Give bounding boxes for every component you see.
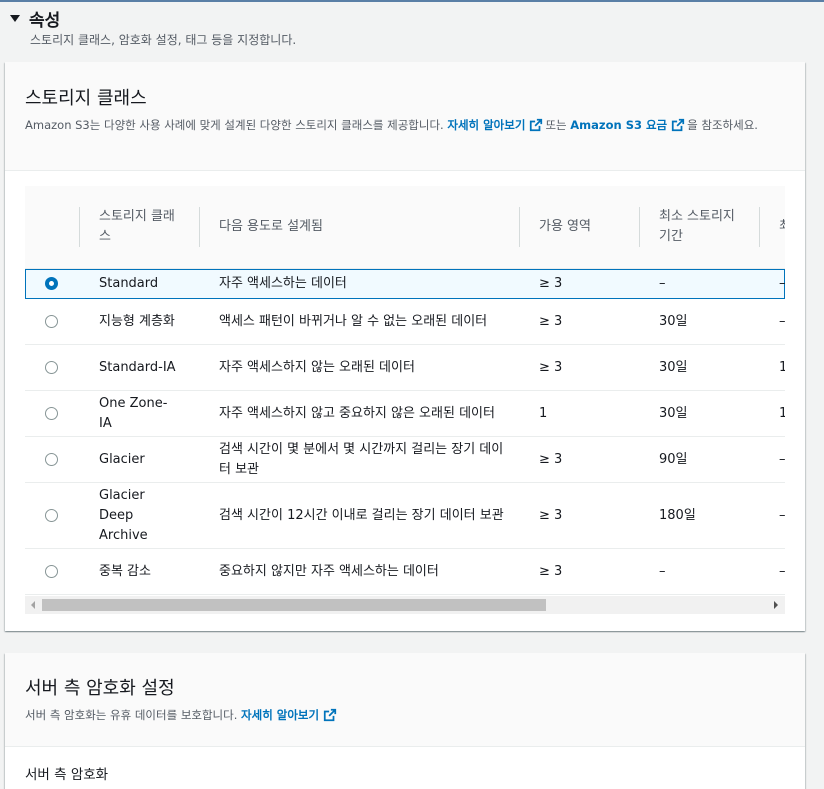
table-row-intelligent-tiering[interactable]: 지능형 계층화 액세스 패턴이 바뀌거나 알 수 없는 오래된 데이터 ≥ 3 … (25, 299, 785, 345)
encryption-field-label: 서버 측 암호화 (25, 767, 109, 783)
scrollbar-thumb[interactable] (42, 599, 546, 611)
truncated-column-value: 1 (779, 405, 785, 421)
storage-class-name: 중복 감소 (99, 563, 151, 579)
designed-for: 중요하지 않지만 자주 액세스하는 데이터 (219, 563, 439, 579)
designed-for: 검색 시간이 몇 분에서 몇 시간까지 걸리는 장기 데이터 보관 (219, 441, 504, 477)
availability-zones: ≥ 3 (539, 275, 563, 291)
truncated-column-value: – (779, 507, 785, 523)
learn-more-link[interactable]: 자세히 알아보기 (241, 708, 319, 722)
external-link-icon[interactable] (323, 708, 337, 722)
availability-zones: 1 (539, 405, 548, 421)
column-header: 스토리지 클래스 (99, 209, 175, 244)
storage-class-description: Amazon S3는 다양한 사용 사례에 맞게 설계된 다양한 스토리지 클래… (25, 118, 758, 132)
external-link-icon[interactable] (529, 118, 543, 132)
encryption-title: 서버 측 암호화 설정 (25, 678, 175, 699)
availability-zones: ≥ 3 (539, 451, 563, 467)
truncated-column-value: – (779, 313, 785, 329)
encryption-card: 서버 측 암호화 설정 서버 측 암호화는 유휴 데이터를 보호합니다. 자세히… (5, 653, 805, 789)
designed-for: 검색 시간이 12시간 이내로 걸리는 장기 데이터 보관 (219, 507, 504, 523)
storage-class-name: One Zone-IA (99, 395, 168, 431)
encryption-description: 서버 측 암호화는 유휴 데이터를 보호합니다. 자세히 알아보기 (25, 706, 339, 724)
storage-class-name: Glacier Deep Archive (99, 487, 148, 543)
column-header: 최 (779, 219, 785, 234)
storage-class-name: Standard-IA (99, 359, 176, 375)
column-header: 가용 영역 (539, 219, 591, 234)
section-title: 속성 (29, 11, 61, 31)
column-divider (199, 207, 200, 247)
storage-class-title: 스토리지 클래스 (25, 88, 147, 109)
table-header: 스토리지 클래스 다음 용도로 설계됨 가용 영역 최소 스토리지 기간 최 (25, 186, 785, 269)
column-divider (79, 207, 80, 247)
storage-class-name: Standard (99, 275, 159, 291)
column-header: 다음 용도로 설계됨 (219, 219, 323, 234)
storage-class-table: 스토리지 클래스 다음 용도로 설계됨 가용 영역 최소 스토리지 기간 최 S… (25, 186, 785, 615)
storage-class-name: 지능형 계층화 (99, 313, 175, 329)
min-storage-duration: 30일 (659, 405, 688, 421)
min-storage-duration: 30일 (659, 359, 688, 375)
min-storage-duration: 30일 (659, 313, 688, 329)
scroll-right-icon[interactable] (774, 601, 778, 609)
designed-for: 자주 액세스하지 않고 중요하지 않은 오래된 데이터 (219, 405, 495, 421)
column-header: 최소 스토리지 기간 (659, 209, 735, 244)
encryption-card-header: 서버 측 암호화 설정 서버 측 암호화는 유휴 데이터를 보호합니다. 자세히… (5, 653, 805, 747)
table-row-standard[interactable]: Standard 자주 액세스하는 데이터 ≥ 3 – – (25, 269, 785, 299)
table-row-one-zone-ia[interactable]: One Zone-IA 자주 액세스하지 않고 중요하지 않은 오래된 데이터 … (25, 391, 785, 437)
column-divider (639, 207, 640, 247)
radio-button[interactable] (45, 509, 58, 522)
availability-zones: ≥ 3 (539, 359, 563, 375)
truncated-column-value: – (779, 275, 785, 291)
storage-class-card: 스토리지 클래스 Amazon S3는 다양한 사용 사례에 맞게 설계된 다양… (5, 62, 805, 631)
radio-button[interactable] (45, 361, 58, 374)
storage-class-name: Glacier (99, 451, 145, 467)
learn-more-link[interactable]: 자세히 알아보기 (447, 118, 525, 132)
truncated-column-value: – (779, 563, 785, 579)
designed-for: 자주 액세스하는 데이터 (219, 275, 347, 291)
external-link-icon[interactable] (671, 118, 685, 132)
radio-button[interactable] (45, 315, 58, 328)
designed-for: 자주 액세스하지 않는 오래된 데이터 (219, 359, 415, 375)
table-row-standard-ia[interactable]: Standard-IA 자주 액세스하지 않는 오래된 데이터 ≥ 3 30일 … (25, 345, 785, 391)
column-divider (519, 207, 520, 247)
availability-zones: ≥ 3 (539, 563, 563, 579)
min-storage-duration: 180일 (659, 507, 696, 523)
min-storage-duration: – (659, 563, 666, 579)
availability-zones: ≥ 3 (539, 507, 563, 523)
table-row-glacier-deep-archive[interactable]: Glacier Deep Archive 검색 시간이 12시간 이내로 걸리는… (25, 483, 785, 549)
radio-button[interactable] (45, 407, 58, 420)
radio-button[interactable] (45, 453, 58, 466)
top-border (0, 0, 824, 2)
scroll-left-icon[interactable] (31, 601, 35, 609)
radio-button[interactable] (45, 277, 58, 290)
min-storage-duration: 90일 (659, 451, 688, 467)
designed-for: 액세스 패턴이 바뀌거나 알 수 없는 오래된 데이터 (219, 313, 488, 329)
truncated-column-value: 1 (779, 359, 785, 375)
properties-section-toggle[interactable]: 속성 (10, 6, 60, 31)
table-row-reduced-redundancy[interactable]: 중복 감소 중요하지 않지만 자주 액세스하는 데이터 ≥ 3 – – (25, 549, 785, 595)
table-row-glacier[interactable]: Glacier 검색 시간이 몇 분에서 몇 시간까지 걸리는 장기 데이터 보… (25, 437, 785, 483)
horizontal-scrollbar[interactable] (25, 596, 785, 614)
storage-class-card-header: 스토리지 클래스 Amazon S3는 다양한 사용 사례에 맞게 설계된 다양… (5, 62, 805, 171)
column-divider (759, 207, 760, 247)
availability-zones: ≥ 3 (539, 313, 563, 329)
section-description: 스토리지 클래스, 암호화 설정, 태그 등을 지정합니다. (30, 33, 297, 47)
caret-down-icon (10, 15, 20, 22)
radio-button[interactable] (45, 565, 58, 578)
pricing-link[interactable]: Amazon S3 요금 (570, 118, 667, 132)
min-storage-duration: – (659, 275, 666, 291)
truncated-column-value: – (779, 451, 785, 467)
